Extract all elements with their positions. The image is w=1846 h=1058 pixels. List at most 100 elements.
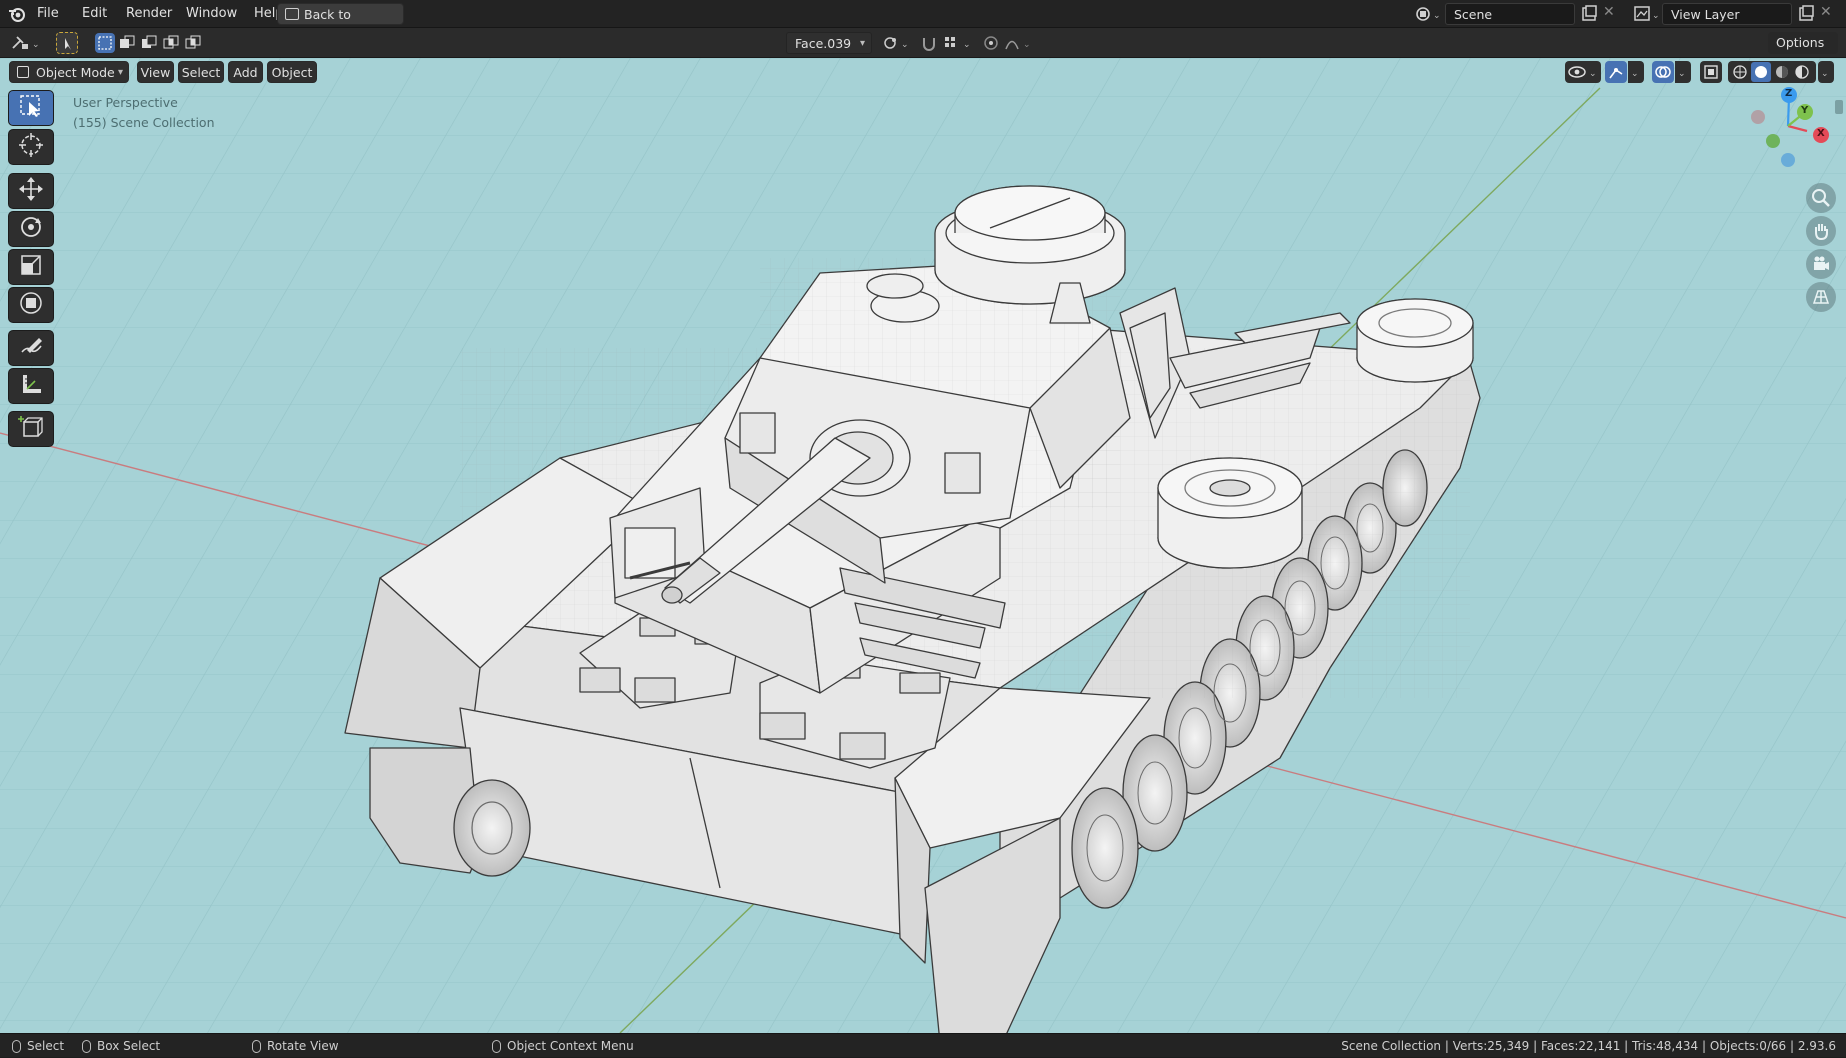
menu-render[interactable]: Render	[118, 0, 180, 28]
scene-statistics: Scene Collection | Verts:25,349 | Faces:…	[1341, 1039, 1836, 1053]
status-box-select-label: Box Select	[97, 1039, 161, 1053]
add-cube-icon	[17, 413, 45, 445]
status-rotate-view: Rotate View	[252, 1034, 339, 1058]
svg-text:⌄: ⌄	[1821, 69, 1829, 79]
new-scene-icon[interactable]	[1580, 5, 1598, 23]
overlays-options-icon[interactable]: ⌄	[1675, 61, 1691, 83]
gizmo-options-icon[interactable]: ⌄	[1628, 61, 1644, 83]
svg-text:⌄: ⌄	[1631, 69, 1639, 79]
options-label: Options	[1776, 35, 1825, 50]
mouse-middle-icon	[252, 1040, 261, 1053]
xray-toggle-icon[interactable]	[1700, 61, 1722, 83]
select-mode-extend-icon[interactable]	[117, 33, 137, 53]
svg-text:⌄: ⌄	[1023, 40, 1031, 50]
transform-tool[interactable]	[8, 287, 54, 323]
close-view-layer-icon[interactable]: ✕	[1820, 4, 1832, 20]
visibility-eye-icon[interactable]: ⌄	[1565, 61, 1601, 83]
gizmo-z-label: Z	[1785, 88, 1793, 99]
options-dropdown[interactable]: Options ⌄	[1768, 32, 1838, 72]
select-mode-invert-icon[interactable]	[161, 33, 181, 53]
cursor-icon	[17, 131, 45, 163]
chevron-down-icon: ▾	[117, 67, 123, 78]
add-cube-tool[interactable]	[8, 411, 54, 447]
zoom-icon[interactable]	[1806, 183, 1836, 213]
add-menu[interactable]: Add	[228, 61, 263, 83]
scene-canvas[interactable]	[0, 58, 1846, 1033]
status-context-menu: Object Context Menu	[492, 1034, 634, 1058]
svg-text:⌄: ⌄	[963, 40, 971, 50]
svg-text:⌄: ⌄	[32, 40, 40, 50]
tool-header: ⌄ Face.039 ▾ ⌄ ⌄ ⌄ Options ⌄	[0, 28, 1846, 72]
measure-tool[interactable]	[8, 368, 54, 404]
material-preview-icon[interactable]	[1772, 61, 1792, 83]
new-view-layer-icon[interactable]	[1797, 5, 1815, 23]
status-bar: Select Box Select Rotate View Object Con…	[0, 1033, 1846, 1057]
object-mode-dropdown[interactable]: Object Mode ▾	[9, 61, 129, 83]
status-select-label: Select	[27, 1039, 65, 1053]
pan-hand-icon[interactable]	[1806, 216, 1836, 246]
view-layer-field[interactable]: View Layer	[1662, 3, 1792, 25]
transform-pivot-icon[interactable]: ⌄	[880, 32, 910, 54]
view-layer-browse-icon[interactable]: ⌄	[1631, 3, 1661, 25]
scene-name-field[interactable]: Scene	[1445, 3, 1575, 25]
viewport-perspective-label: User Perspective	[73, 95, 178, 110]
back-to-previous-button[interactable]: Back to Previous	[277, 3, 404, 44]
gizmo-y-label: Y	[1801, 105, 1809, 116]
annotate-icon	[17, 332, 45, 364]
editor-type-icon[interactable]: ⌄	[10, 32, 42, 54]
status-select: Select	[12, 1034, 64, 1058]
select-mode-intersect-icon[interactable]	[183, 33, 203, 53]
menu-window[interactable]: Window	[178, 0, 245, 28]
sidebar-toggle-tab[interactable]	[1835, 100, 1843, 114]
screen-icon	[285, 8, 299, 20]
mouse-right-icon	[492, 1040, 501, 1053]
status-context-menu-label: Object Context Menu	[507, 1039, 634, 1053]
transform-icon	[17, 289, 45, 321]
object-menu[interactable]: Object	[267, 61, 317, 83]
select-mode-new-icon[interactable]	[95, 33, 115, 53]
select-mode-subtract-icon[interactable]	[139, 33, 159, 53]
measure-icon	[17, 370, 45, 402]
rendered-shading-icon[interactable]	[1793, 61, 1815, 83]
menu-edit[interactable]: Edit	[74, 0, 115, 28]
gizmo-x-label: X	[1817, 128, 1825, 139]
navigation-gizmo[interactable]: Z Y X	[1740, 83, 1840, 173]
blender-logo-icon[interactable]	[8, 5, 26, 23]
svg-text:⌄: ⌄	[1652, 11, 1660, 21]
shading-options-icon[interactable]: ⌄	[1818, 61, 1834, 83]
active-face-label: Face.039	[795, 36, 852, 51]
overlays-toggle-icon[interactable]	[1652, 61, 1674, 83]
mouse-drag-icon	[82, 1040, 91, 1053]
snap-increment-icon[interactable]: ⌄	[941, 32, 973, 54]
select-box-icon	[17, 92, 45, 124]
annotate-tool[interactable]	[8, 330, 54, 366]
move-icon	[17, 175, 45, 207]
falloff-icon[interactable]: ⌄	[1003, 32, 1035, 54]
snap-toggle-icon[interactable]	[918, 32, 940, 54]
close-scene-icon[interactable]: ✕	[1603, 4, 1615, 20]
menu-file[interactable]: File	[29, 0, 67, 28]
viewport-collection-label: (155) Scene Collection	[73, 115, 215, 130]
camera-icon[interactable]	[1806, 249, 1836, 279]
wireframe-shading-icon[interactable]	[1728, 61, 1750, 83]
view-menu[interactable]: View	[137, 61, 174, 83]
cursor-tool[interactable]	[8, 129, 54, 165]
grid-ortho-icon[interactable]	[1806, 282, 1836, 312]
scene-browse-icon[interactable]: ⌄	[1412, 3, 1442, 25]
gizmo-toggle-icon[interactable]	[1605, 61, 1627, 83]
active-face-dropdown[interactable]: Face.039 ▾	[786, 32, 872, 54]
move-tool[interactable]	[8, 173, 54, 209]
svg-text:⌄: ⌄	[1433, 11, 1441, 21]
3d-viewport[interactable]: User Perspective (155) Scene Collection …	[0, 58, 1846, 1033]
rotate-tool[interactable]	[8, 211, 54, 247]
solid-shading-icon[interactable]	[1751, 61, 1771, 83]
select-menu[interactable]: Select	[178, 61, 224, 83]
object-mode-label: Object Mode	[36, 65, 115, 80]
svg-text:⌄: ⌄	[901, 40, 909, 50]
select-box-tool[interactable]	[8, 90, 54, 126]
svg-text:⌄: ⌄	[1678, 69, 1686, 79]
chevron-down-icon: ▾	[859, 38, 865, 49]
select-tool-icon[interactable]	[56, 32, 78, 54]
proportional-editing-icon[interactable]	[980, 32, 1002, 54]
scale-tool[interactable]	[8, 249, 54, 285]
